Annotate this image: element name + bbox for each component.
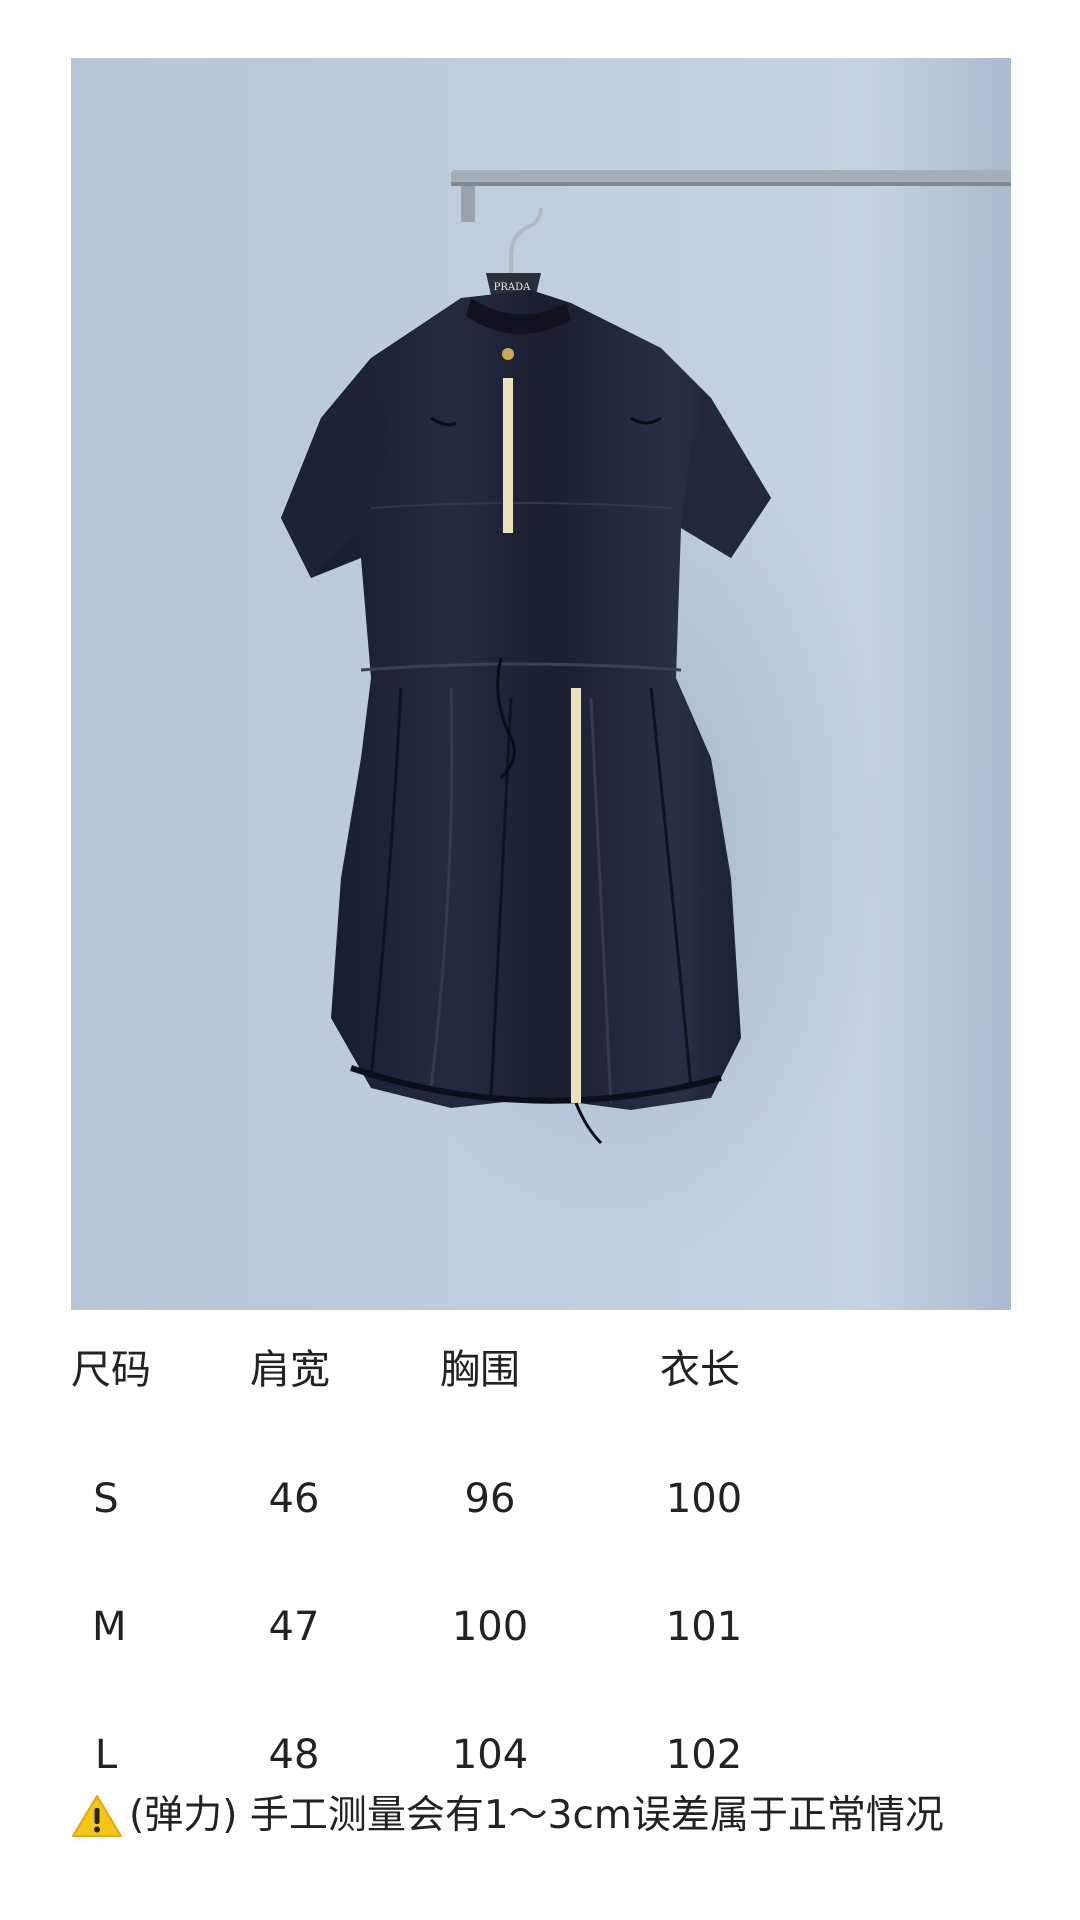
row-s-chest: 96 (464, 1476, 516, 1522)
row-s-size: S (93, 1476, 119, 1522)
row-l-size: L (94, 1732, 118, 1778)
header-shoulder-width: 肩宽 (250, 1347, 330, 1393)
measurement-note: (弹力) 手工测量会有1～3cm误差属于正常情况 (71, 1792, 1031, 1840)
row-m-chest: 100 (451, 1604, 529, 1650)
row-m-size: M (92, 1604, 127, 1650)
row-m-shoulder: 47 (268, 1604, 320, 1650)
header-chest: 胸围 (440, 1347, 520, 1393)
row-m-length: 101 (665, 1604, 743, 1650)
warning-icon (72, 1795, 122, 1837)
row-l-chest: 104 (451, 1732, 529, 1778)
measurement-note-text: (弹力) 手工测量会有1～3cm误差属于正常情况 (129, 1793, 944, 1838)
dress-on-hanger-illustration: PRADA (71, 58, 1011, 1310)
row-s-shoulder: 46 (268, 1476, 320, 1522)
header-length: 衣长 (660, 1347, 740, 1393)
header-size: 尺码 (71, 1347, 151, 1393)
row-s-length: 100 (665, 1476, 743, 1522)
row-l-shoulder: 48 (268, 1732, 320, 1778)
product-photo: PRADA (71, 58, 1011, 1310)
row-l-length: 102 (665, 1732, 743, 1778)
